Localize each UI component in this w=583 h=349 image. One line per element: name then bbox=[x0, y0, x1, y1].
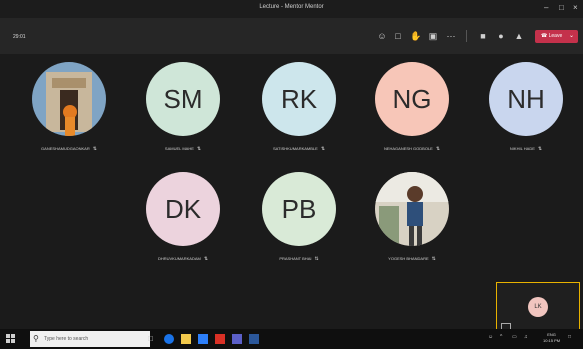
participant-name: SATISHKUMARKAMBLE ⇅ bbox=[243, 146, 355, 152]
temple-photo-image bbox=[32, 62, 106, 136]
leave-label: Leave bbox=[548, 33, 563, 39]
chevron-down-icon[interactable]: ⌄ bbox=[569, 30, 574, 43]
close-icon[interactable]: × bbox=[573, 3, 578, 12]
participant-name: NEHAGANESH GODBOLE ⇅ bbox=[356, 146, 468, 152]
mic-muted-icon: ⇅ bbox=[196, 146, 202, 152]
media-app-icon[interactable] bbox=[215, 334, 225, 344]
title-bar: Lecture - Mentor Mentor – □ × bbox=[0, 0, 583, 18]
participant-tile[interactable]: SM SAMUEL MAHE ⇅ bbox=[127, 62, 239, 152]
participant-name-text: DHRUVKUMARKADAM bbox=[157, 256, 201, 261]
camera-icon[interactable]: ■ bbox=[478, 31, 488, 41]
store-icon[interactable] bbox=[198, 334, 208, 344]
participant-name: DHRUVKUMARKADAM ⇅ bbox=[127, 256, 239, 262]
avatar-initials: RK bbox=[280, 83, 318, 114]
participant-tile[interactable]: YOGESH BHANDARE ⇅ bbox=[356, 172, 468, 262]
participant-name-text: YOGESH BHANDARE bbox=[388, 256, 429, 261]
meeting-timer: 29:01 bbox=[13, 34, 26, 40]
task-view-icon[interactable]: □ bbox=[148, 334, 158, 344]
maximize-icon[interactable]: □ bbox=[559, 3, 564, 12]
more-options-icon[interactable]: ⋯ bbox=[446, 31, 456, 41]
avatar-initials: SM bbox=[163, 83, 203, 114]
self-avatar: LK bbox=[528, 297, 548, 317]
search-icon: ⚲ bbox=[33, 334, 39, 343]
participant-name-text: SATISHKUMARKAMBLE bbox=[272, 146, 318, 151]
participant-name-text: NIKHIL HADE bbox=[509, 146, 535, 151]
participant-name-text: NEHAGANESH GODBOLE bbox=[383, 146, 433, 151]
participant-tile[interactable]: NH NIKHIL HADE ⇅ bbox=[470, 62, 582, 152]
edge-browser-icon[interactable] bbox=[164, 334, 174, 344]
participant-name-text: GANESHAMUDGAONKAR bbox=[41, 146, 90, 151]
avatar-initials: NH bbox=[507, 83, 545, 114]
participant-photo bbox=[32, 62, 106, 136]
mic-muted-icon: ⇅ bbox=[92, 146, 97, 152]
mic-muted-icon: ⇅ bbox=[431, 256, 436, 262]
avatar-initials: PB bbox=[281, 193, 317, 224]
clock-time: 10:15 PM bbox=[543, 338, 561, 343]
avatar-initials: NG bbox=[392, 83, 432, 114]
windows-taskbar: ⚲ Type here to search □ ☺ ^ ▭ ♫ ENG 10:1… bbox=[0, 329, 583, 349]
windows-start-icon[interactable] bbox=[6, 334, 16, 344]
search-placeholder: Type here to search bbox=[44, 336, 89, 342]
mic-muted-icon: ⇅ bbox=[537, 146, 543, 152]
participant-name-text: PRASHANT BHAI bbox=[279, 256, 312, 261]
person-photo-image bbox=[375, 172, 449, 246]
mic-muted-icon: ⇅ bbox=[320, 146, 326, 152]
notifications-icon[interactable]: □ bbox=[568, 334, 571, 340]
self-view-tile[interactable]: LK □ bbox=[496, 282, 580, 334]
participant-name: SAMUEL MAHE ⇅ bbox=[127, 146, 239, 152]
word-icon[interactable] bbox=[249, 334, 259, 344]
taskbar-search-input[interactable]: ⚲ Type here to search bbox=[30, 331, 150, 347]
avatar-initials: DK bbox=[164, 193, 202, 224]
participant-name-text: SAMUEL MAHE bbox=[164, 146, 194, 151]
avatar: RK bbox=[262, 62, 336, 136]
tray-chevron-icon[interactable]: ^ bbox=[500, 334, 502, 340]
teams-icon[interactable] bbox=[232, 334, 242, 344]
people-icon[interactable]: ☺ bbox=[488, 334, 493, 340]
microphone-icon[interactable]: ● bbox=[496, 31, 506, 41]
rooms-icon[interactable]: ▣ bbox=[428, 31, 438, 41]
meeting-toolbar: 29:01 ☺ □ ✋ ▣ ⋯ ■ ● ▲ ☎ Leave ⌄ bbox=[0, 18, 583, 54]
phone-icon: ☎ bbox=[541, 33, 548, 39]
avatar: NH bbox=[489, 62, 563, 136]
participant-photo bbox=[375, 172, 449, 246]
participant-tile[interactable]: NG NEHAGANESH GODBOLE ⇅ bbox=[356, 62, 468, 152]
file-explorer-icon[interactable] bbox=[181, 334, 191, 344]
participant-name: NIKHIL HADE ⇅ bbox=[470, 146, 582, 152]
volume-icon[interactable]: ♫ bbox=[524, 334, 528, 340]
participant-tile[interactable]: PB PRASHANT BHAI ⇅ bbox=[243, 172, 355, 262]
video-gallery: GANESHAMUDGAONKAR ⇅ SM SAMUEL MAHE ⇅ RK SA… bbox=[0, 54, 583, 334]
participant-name: PRASHANT BHAI ⇅ bbox=[243, 256, 355, 262]
avatar: NG bbox=[375, 62, 449, 136]
taskbar-clock[interactable]: ENG 10:15 PM bbox=[543, 332, 560, 344]
participant-name: GANESHAMUDGAONKAR ⇅ bbox=[13, 146, 125, 152]
share-screen-icon[interactable]: ▲ bbox=[514, 31, 524, 41]
minimize-icon[interactable]: – bbox=[544, 3, 548, 12]
raise-hand-icon[interactable]: ✋ bbox=[410, 31, 421, 41]
participant-tile[interactable]: RK SATISHKUMARKAMBLE ⇅ bbox=[243, 62, 355, 152]
leave-button[interactable]: ☎ Leave ⌄ bbox=[535, 30, 578, 43]
participant-tile[interactable]: DK DHRUVKUMARKADAM ⇅ bbox=[127, 172, 239, 262]
mic-muted-icon: ⇅ bbox=[435, 146, 441, 152]
network-icon[interactable]: ▭ bbox=[512, 334, 517, 340]
avatar: DK bbox=[146, 172, 220, 246]
participant-name: YOGESH BHANDARE ⇅ bbox=[356, 256, 468, 262]
participants-icon[interactable]: ☺ bbox=[377, 31, 387, 41]
chat-icon[interactable]: □ bbox=[393, 31, 403, 41]
participant-tile[interactable]: GANESHAMUDGAONKAR ⇅ bbox=[13, 62, 125, 152]
toolbar-divider bbox=[466, 30, 467, 42]
mic-muted-icon: ⇅ bbox=[314, 256, 319, 262]
avatar: SM bbox=[146, 62, 220, 136]
mic-muted-icon: ⇅ bbox=[203, 256, 209, 262]
window-title: Lecture - Mentor Mentor bbox=[259, 4, 324, 10]
avatar: PB bbox=[262, 172, 336, 246]
